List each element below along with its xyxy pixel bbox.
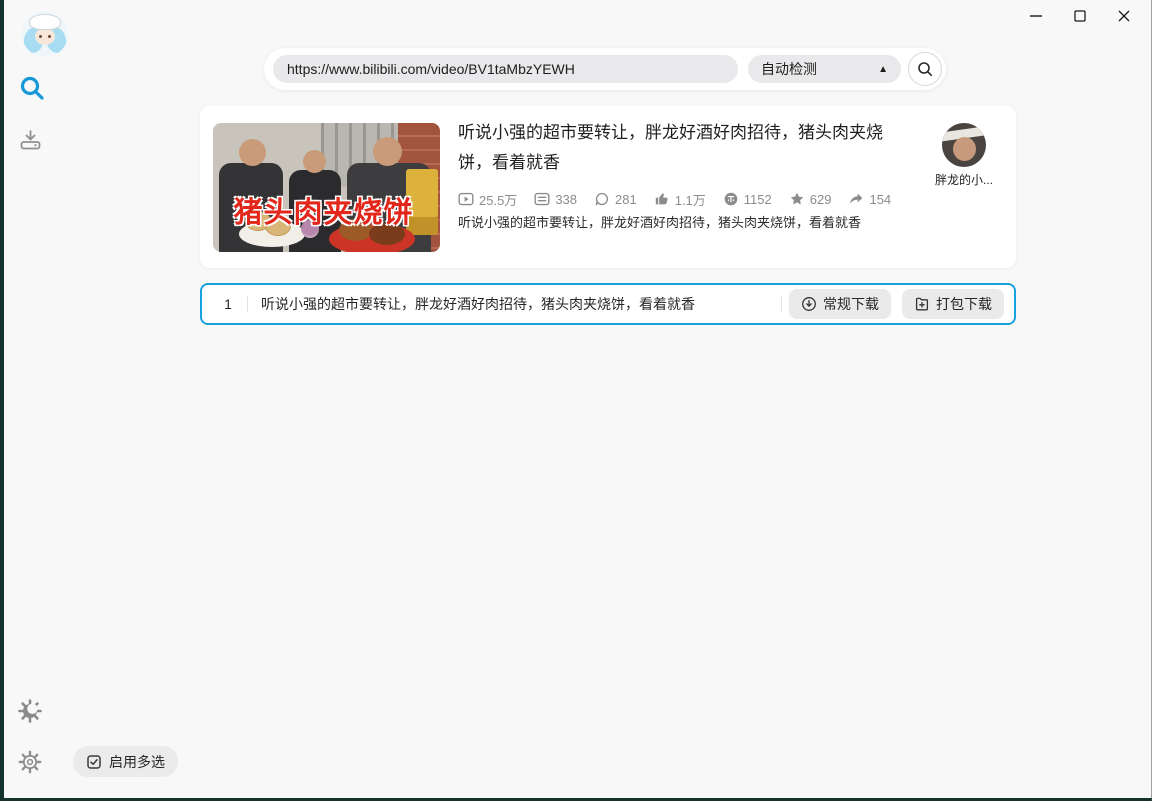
dark-mode-gear-icon bbox=[18, 699, 42, 723]
detect-mode-dropdown[interactable]: 自动检测 ▲ bbox=[748, 55, 901, 83]
thumb-person bbox=[373, 137, 402, 166]
maximize-icon bbox=[1074, 10, 1086, 22]
search-bar: 自动检测 ▲ bbox=[264, 48, 946, 90]
thumbnail-caption: 猪头肉夹烧饼 bbox=[233, 197, 414, 229]
thumb-person bbox=[239, 139, 266, 166]
url-input[interactable] bbox=[273, 55, 738, 83]
download-tray-icon bbox=[20, 130, 41, 150]
stat-favorite: 629 bbox=[789, 191, 832, 207]
gear-icon bbox=[18, 750, 42, 774]
stat-comment: 281 bbox=[594, 191, 637, 207]
comment-icon bbox=[595, 192, 609, 206]
uploader-face bbox=[953, 137, 976, 161]
stat-coin-value: 1152 bbox=[743, 191, 772, 207]
uploader-avatar bbox=[942, 123, 986, 167]
multi-select-label: 启用多选 bbox=[109, 753, 165, 770]
uploader[interactable]: 胖龙的小... bbox=[912, 123, 1016, 188]
video-title[interactable]: 听说小强的超市要转让，胖龙好酒好肉招待，猪头肉夹烧饼，看着就香 bbox=[458, 118, 913, 178]
download-circle-icon bbox=[802, 297, 816, 311]
chevron-up-icon: ▲ bbox=[878, 63, 888, 75]
stat-comment-value: 281 bbox=[615, 191, 637, 207]
sidebar-search-tab[interactable] bbox=[18, 74, 46, 107]
window-edge-left bbox=[0, 0, 4, 801]
regular-download-button[interactable]: 常规下载 bbox=[789, 289, 891, 319]
stat-play-value: 25.5万 bbox=[479, 192, 518, 208]
box-plus-icon bbox=[915, 297, 929, 311]
theme-toggle-button[interactable] bbox=[18, 699, 42, 728]
logo-face bbox=[35, 28, 55, 45]
video-card: 猪头肉夹烧饼 听说小强的超市要转让，胖龙好酒好肉招待，猪头肉夹烧饼，看着就香 2… bbox=[200, 106, 1016, 268]
close-icon bbox=[1118, 10, 1130, 22]
stat-like-value: 1.1万 bbox=[674, 192, 706, 208]
minimize-icon bbox=[1030, 15, 1042, 17]
thumb-person bbox=[303, 150, 326, 173]
window-controls bbox=[1014, 0, 1146, 32]
row-title: 听说小强的超市要转让，胖龙好酒好肉招待，猪头肉夹烧饼，看着就香 bbox=[261, 296, 695, 312]
danmaku-icon bbox=[534, 192, 550, 206]
uploader-name: 胖龙的小... bbox=[934, 173, 993, 187]
search-icon bbox=[20, 76, 44, 100]
thumbs-up-icon bbox=[655, 193, 668, 205]
share-icon bbox=[850, 193, 863, 204]
stat-like: 1.1万 bbox=[654, 190, 706, 209]
stat-danmaku: 338 bbox=[534, 191, 577, 207]
package-download-button[interactable]: 打包下载 bbox=[902, 289, 1004, 319]
stat-coin: 1152 bbox=[723, 191, 772, 207]
logo-eye bbox=[39, 35, 42, 38]
stat-favorite-value: 629 bbox=[809, 191, 832, 207]
checkbox-icon bbox=[87, 754, 101, 769]
search-icon bbox=[918, 62, 933, 77]
coin-icon bbox=[724, 192, 738, 206]
maximize-button[interactable] bbox=[1058, 0, 1102, 32]
download-row[interactable]: 1 听说小强的超市要转让，胖龙好酒好肉招待，猪头肉夹烧饼，看着就香 常规下载 打… bbox=[200, 283, 1016, 325]
stat-danmaku-value: 338 bbox=[555, 191, 578, 207]
regular-download-label: 常规下载 bbox=[823, 296, 879, 312]
search-submit-button[interactable] bbox=[908, 52, 942, 86]
app-logo-avatar[interactable] bbox=[22, 11, 68, 57]
close-button[interactable] bbox=[1102, 0, 1146, 32]
stat-play: 25.5万 bbox=[458, 190, 517, 209]
row-index: 1 bbox=[224, 296, 232, 312]
stat-share-value: 154 bbox=[869, 191, 892, 207]
video-stats: 25.5万 338 281 1.1万 1152 629 154 bbox=[458, 190, 891, 208]
package-download-label: 打包下载 bbox=[936, 296, 992, 312]
detect-mode-label: 自动检测 bbox=[761, 61, 817, 77]
star-icon bbox=[790, 192, 803, 205]
divider bbox=[247, 296, 248, 312]
play-count-icon bbox=[458, 192, 474, 206]
video-description: 听说小强的超市要转让，胖龙好酒好肉招待，猪头肉夹烧饼，看着就香 bbox=[458, 215, 862, 230]
logo-eye bbox=[48, 35, 51, 38]
enable-multi-select-button[interactable]: 启用多选 bbox=[73, 746, 178, 777]
settings-button[interactable] bbox=[18, 750, 42, 779]
video-thumbnail[interactable]: 猪头肉夹烧饼 bbox=[213, 123, 440, 252]
sidebar-downloads-tab[interactable] bbox=[18, 127, 43, 157]
divider bbox=[781, 296, 782, 312]
logo-hat bbox=[29, 14, 61, 30]
stat-share: 154 bbox=[848, 191, 891, 207]
minimize-button[interactable] bbox=[1014, 0, 1058, 32]
